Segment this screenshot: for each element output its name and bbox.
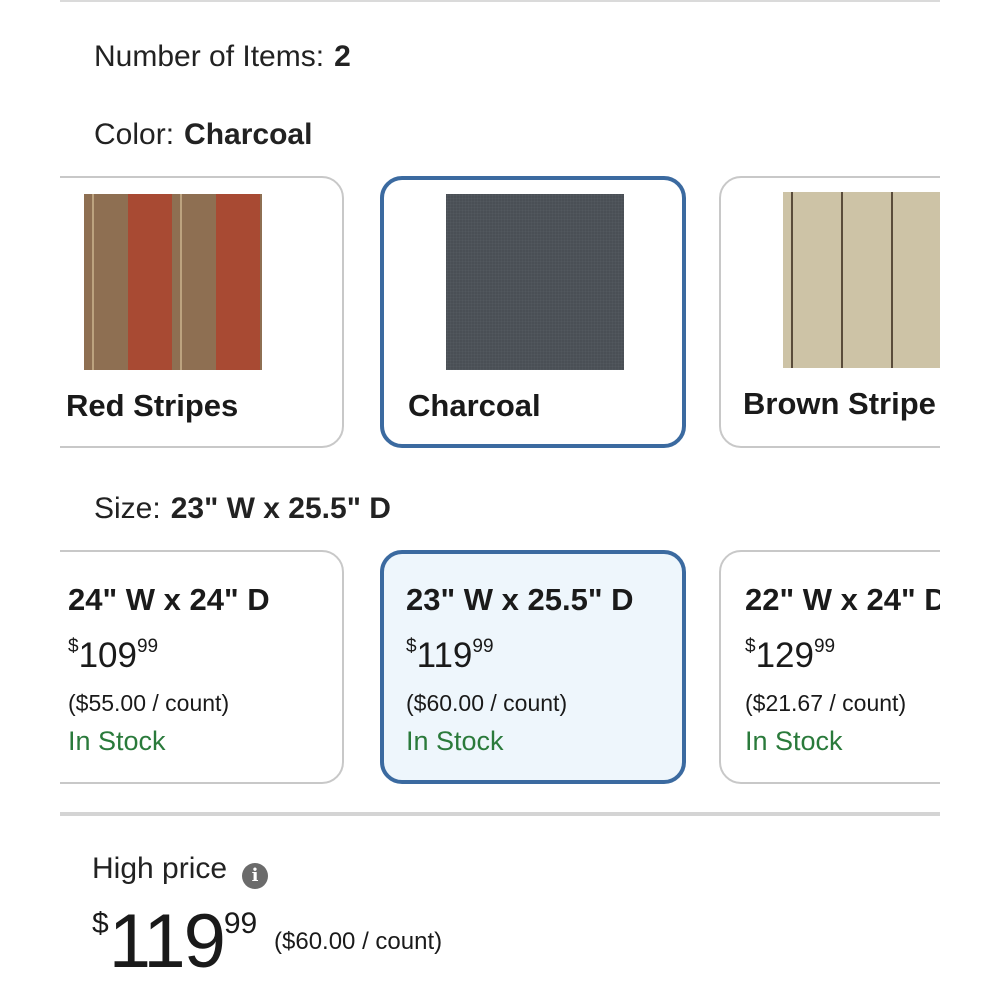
color-option-red-stripes[interactable]: Red Stripes [60, 176, 344, 448]
item-count-row: Number of Items: 2 [94, 40, 351, 74]
selected-color-value: Charcoal [184, 118, 313, 151]
red-stripes-swatch [84, 194, 262, 370]
size-row: Size: 23" W x 25.5" D [94, 492, 391, 526]
color-option-brown-stripe[interactable]: Brown Stripe [719, 176, 940, 448]
color-option-name: Charcoal [408, 388, 541, 423]
color-row: Color: Charcoal [94, 118, 312, 152]
price-cents: 99 [813, 636, 836, 657]
size-option-price: $10999 [68, 636, 158, 676]
currency-symbol: $ [92, 907, 109, 940]
size-option-unit-price: ($55.00 / count) [68, 690, 230, 716]
currency-symbol: $ [68, 636, 79, 657]
size-option-unit-price: ($60.00 / count) [406, 690, 568, 716]
size-option-price: $11999 [406, 636, 494, 676]
price-dollars: 119 [416, 636, 473, 675]
info-icon[interactable]: i [242, 863, 268, 889]
current-unit-price: ($60.00 / count) [274, 928, 443, 955]
size-option-stock-status: In Stock [406, 726, 504, 756]
color-option-charcoal[interactable]: Charcoal [380, 176, 686, 448]
color-label: Color: [94, 118, 175, 151]
size-option-name: 23" W x 25.5" D [406, 582, 634, 617]
item-count-label: Number of Items: [94, 40, 325, 73]
price-cents: 99 [223, 907, 258, 940]
size-option-24w-24d[interactable]: 24" W x 24" D $10999 ($55.00 / count) In… [60, 550, 344, 784]
size-option-price: $12999 [745, 636, 835, 676]
price-dollars: 109 [78, 636, 137, 675]
size-option-name: 22" W x 24" D [745, 582, 940, 617]
size-label: Size: [94, 492, 161, 525]
section-divider [60, 812, 940, 816]
item-count-value: 2 [334, 40, 351, 73]
price-dollars: 119 [108, 899, 226, 984]
color-option-name: Brown Stripe [743, 386, 936, 421]
selected-size-value: 23" W x 25.5" D [170, 492, 391, 525]
charcoal-swatch [446, 194, 624, 370]
size-options-carousel[interactable]: 24" W x 24" D $10999 ($55.00 / count) In… [60, 546, 940, 788]
price-cents: 99 [136, 636, 159, 657]
current-price: $11999 [92, 898, 257, 985]
size-option-23w-25-5d[interactable]: 23" W x 25.5" D $11999 ($60.00 / count) … [380, 550, 686, 784]
size-option-stock-status: In Stock [745, 726, 843, 756]
brown-stripe-swatch [783, 192, 940, 368]
size-option-unit-price: ($21.67 / count) [745, 690, 907, 716]
color-option-name: Red Stripes [66, 388, 239, 423]
size-option-22w-24d[interactable]: 22" W x 24" D $12999 ($21.67 / count) In… [719, 550, 940, 784]
color-options-carousel[interactable]: Red Stripes Charcoal Brown Stripe [60, 172, 940, 454]
currency-symbol: $ [406, 636, 417, 657]
top-divider [60, 0, 940, 2]
price-dollars: 129 [755, 636, 814, 675]
size-option-name: 24" W x 24" D [68, 582, 270, 617]
currency-symbol: $ [745, 636, 756, 657]
price-cents: 99 [472, 636, 494, 657]
size-option-stock-status: In Stock [68, 726, 166, 756]
high-price-label: High price [92, 852, 228, 885]
